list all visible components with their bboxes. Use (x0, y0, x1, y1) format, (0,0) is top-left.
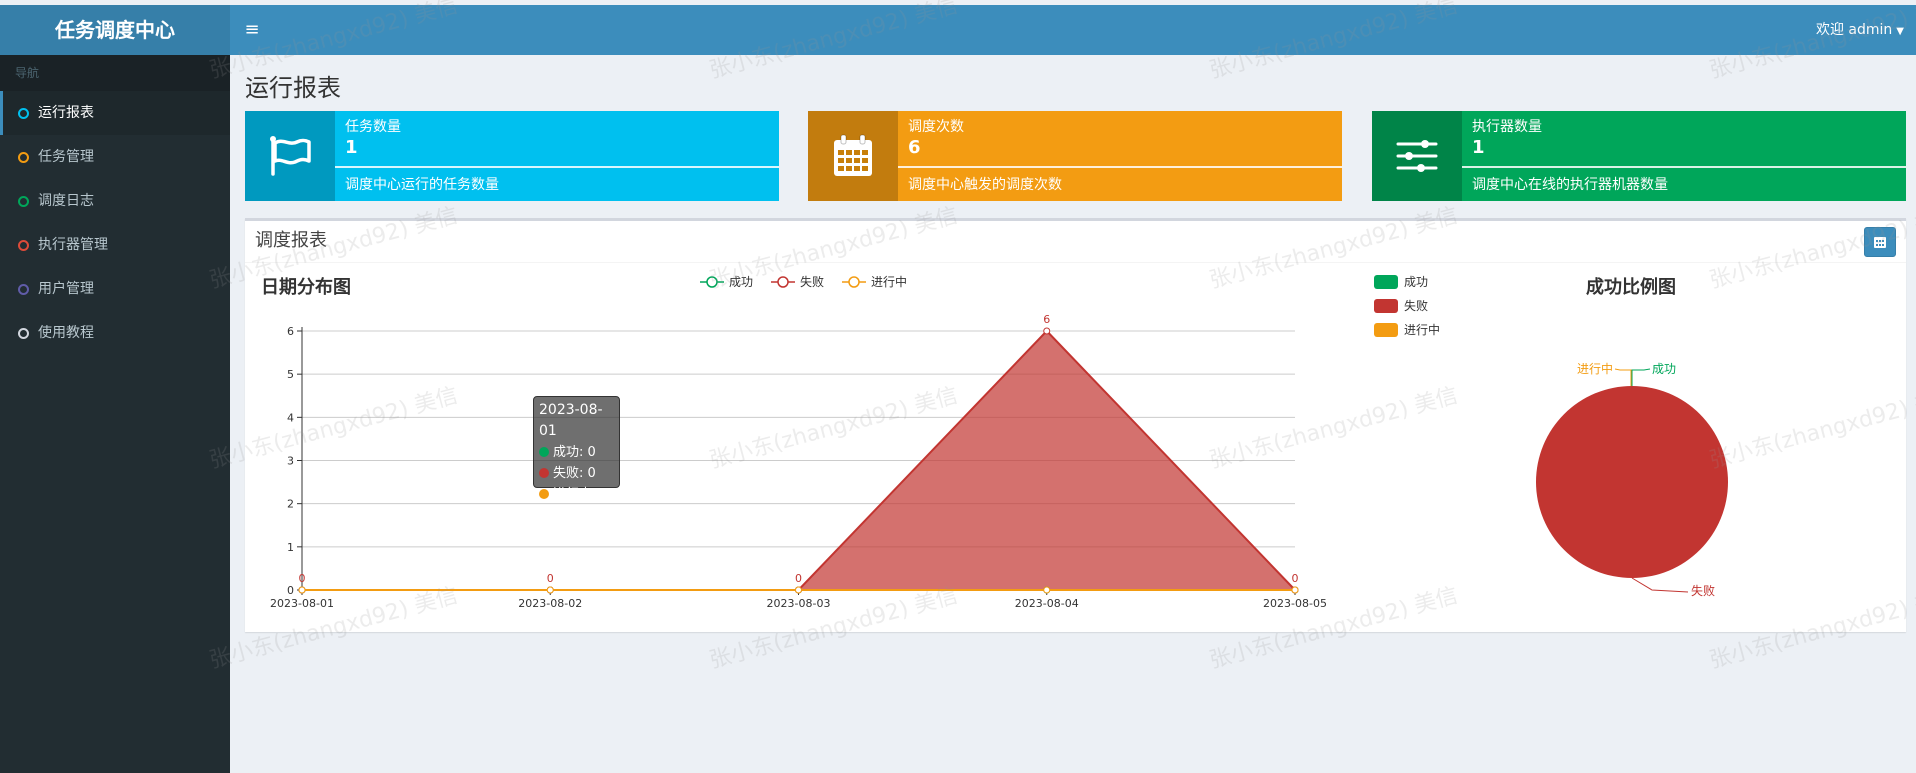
pie-label: 失败 (1691, 583, 1715, 598)
legend-label: 进行中 (1404, 322, 1440, 337)
legend-label: 失败 (1404, 298, 1428, 313)
pie-label: 进行中 (1577, 361, 1613, 376)
label-leader-line (1631, 368, 1651, 386)
success-ratio-chart: 成功失败进行中成功进行中失败 (1374, 275, 1728, 598)
label-leader-line (1614, 368, 1632, 386)
pie-slice (1536, 386, 1728, 578)
legend-label: 成功 (1404, 275, 1428, 289)
legend-swatch (1374, 275, 1398, 289)
legend-swatch (1374, 323, 1398, 337)
legend-swatch (1374, 299, 1398, 313)
label-leader-line (1631, 577, 1689, 593)
pie-label: 成功 (1652, 362, 1676, 376)
